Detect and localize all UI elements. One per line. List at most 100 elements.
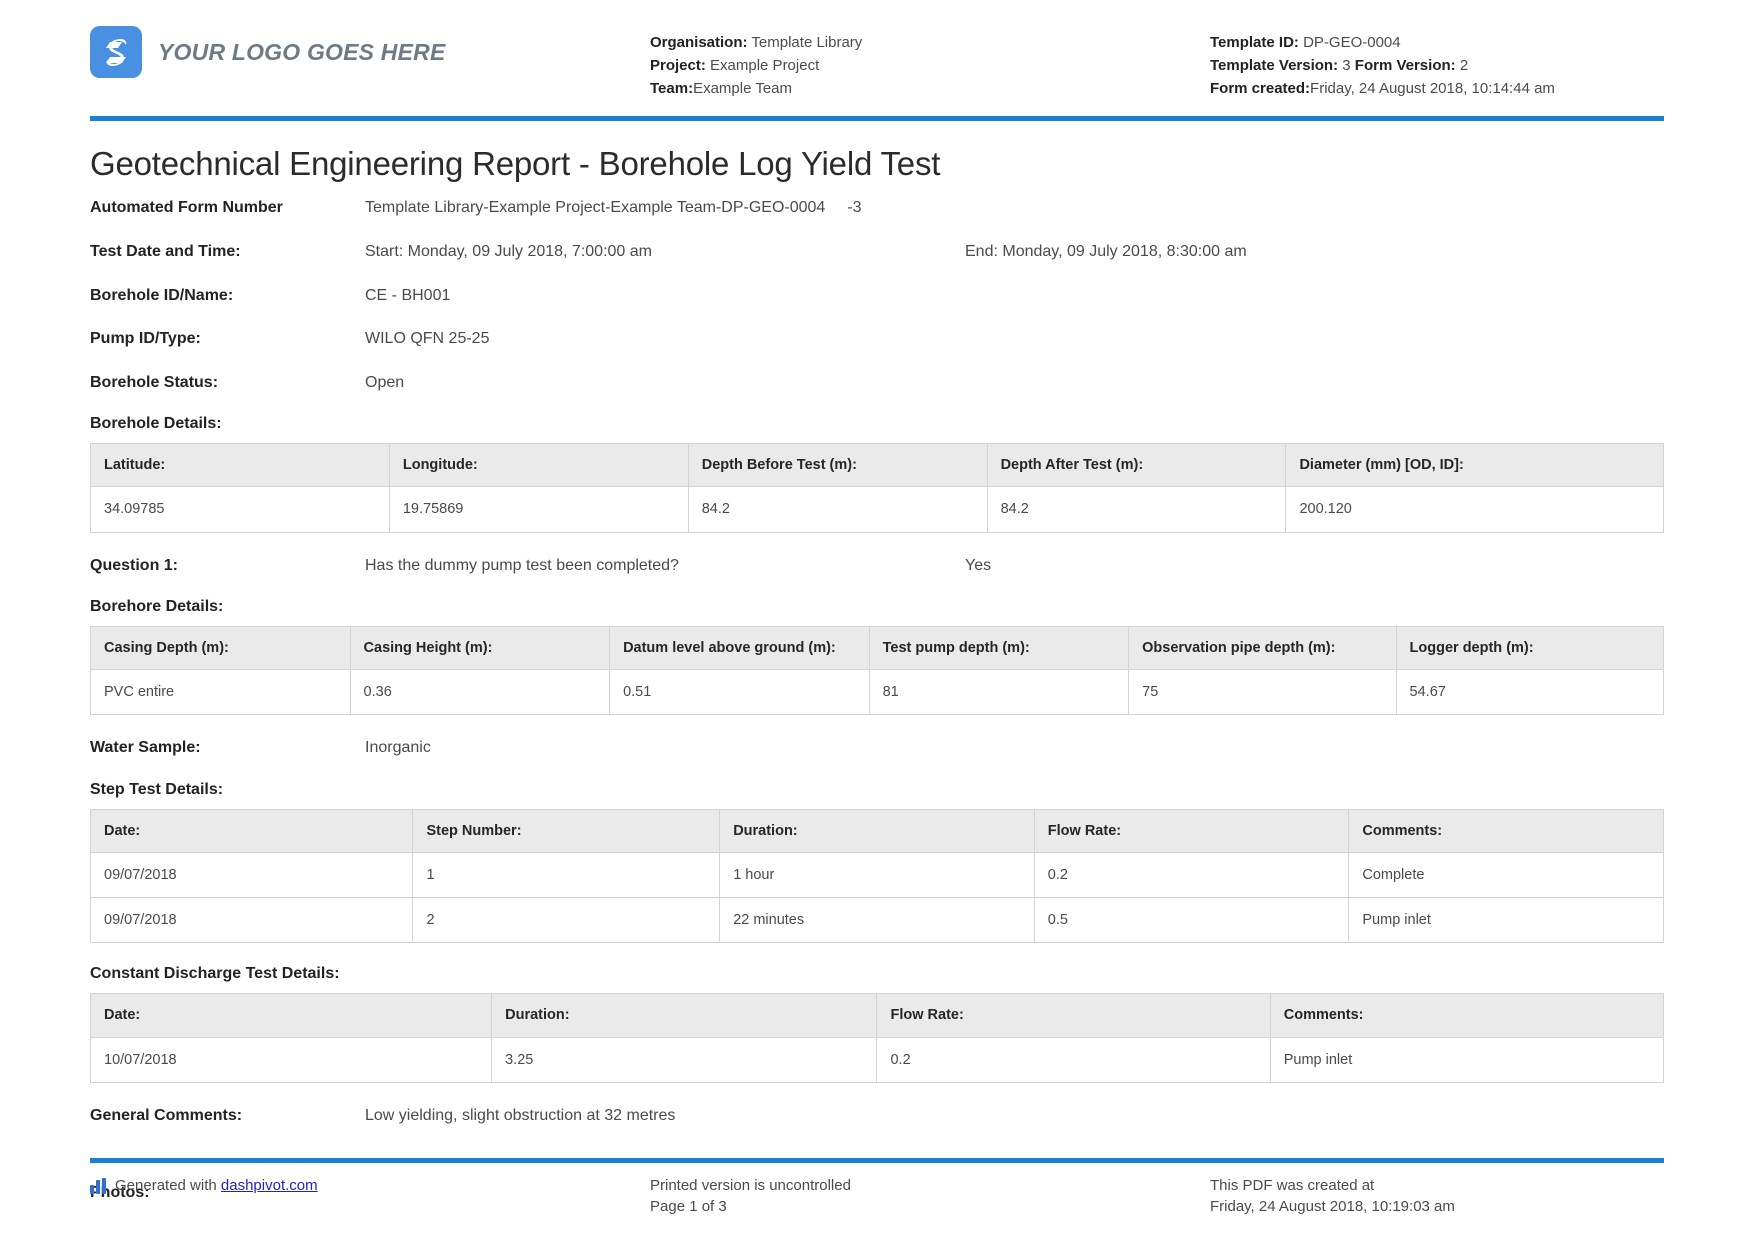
pump-id-label: Pump ID/Type: <box>90 328 365 350</box>
header-template-id-label: Template ID: <box>1210 34 1299 51</box>
column-header: Duration: <box>492 994 877 1037</box>
header-form-created-value: Friday, 24 August 2018, 10:14:44 am <box>1310 80 1555 97</box>
dashpivot-link[interactable]: dashpivot.com <box>221 1177 318 1194</box>
header-template-version-label: Template Version: <box>1210 57 1338 74</box>
column-header: Flow Rate: <box>1034 810 1349 853</box>
header-team-row: Team:Example Team <box>650 78 1210 101</box>
constant-discharge-test-details-heading: Constant Discharge Test Details: <box>90 965 1664 983</box>
table-cell: 19.75869 <box>389 487 688 532</box>
page-title: Geotechnical Engineering Report - Boreho… <box>90 145 1664 183</box>
borehore-details-heading: Borehore Details: <box>90 598 1664 616</box>
table-row: 09/07/2018222 minutes0.5Pump inlet <box>91 898 1664 943</box>
header-form-version-value: 2 <box>1460 57 1468 74</box>
table-cell: 84.2 <box>987 487 1286 532</box>
footer-pdf-created-label: This PDF was created at <box>1210 1175 1664 1197</box>
table-row: 09/07/201811 hour0.2Complete <box>91 853 1664 898</box>
column-header: Depth Before Test (m): <box>688 444 987 487</box>
automated-form-number-label: Automated Form Number <box>90 197 365 219</box>
test-date-label: Test Date and Time: <box>90 241 365 263</box>
table-cell: 0.2 <box>877 1037 1270 1082</box>
bar-chart-icon <box>90 1178 106 1194</box>
column-header: Step Number: <box>413 810 720 853</box>
logo-text: YOUR LOGO GOES HERE <box>158 39 446 66</box>
borehole-status-value: Open <box>365 372 1664 394</box>
header-organisation-label: Organisation: <box>650 34 748 51</box>
borehole-id-value: CE - BH001 <box>365 285 1664 307</box>
header-template-id-value: DP-GEO-0004 <box>1303 34 1401 51</box>
table-cell: 75 <box>1129 670 1396 715</box>
company-logo-icon <box>90 26 142 78</box>
header-project-row: Project: Example Project <box>650 55 1210 78</box>
footer-divider <box>90 1158 1664 1163</box>
footer-generated-text: Generated with dashpivot.com <box>115 1175 318 1197</box>
borehole-status-label: Borehole Status: <box>90 372 365 394</box>
header-template-version-value: 3 <box>1342 57 1350 74</box>
column-header: Date: <box>91 994 492 1037</box>
table-cell: 0.2 <box>1034 853 1349 898</box>
table-header-row: Date:Duration:Flow Rate:Comments: <box>91 994 1664 1037</box>
table-cell: 22 minutes <box>720 898 1035 943</box>
table-cell: 09/07/2018 <box>91 853 413 898</box>
general-comments-label: General Comments: <box>90 1105 365 1127</box>
table-cell: 34.09785 <box>91 487 390 532</box>
header-divider <box>90 116 1664 121</box>
table-body: 10/07/20183.250.2Pump inlet <box>91 1037 1664 1082</box>
column-header: Casing Depth (m): <box>91 627 351 670</box>
column-header: Datum level above ground (m): <box>610 627 870 670</box>
document-header: YOUR LOGO GOES HERE Organisation: Templa… <box>90 0 1664 112</box>
logo-block: YOUR LOGO GOES HERE <box>90 20 650 78</box>
water-sample-value: Inorganic <box>365 737 1664 759</box>
automated-form-number-value: Template Library-Example Project-Example… <box>365 199 825 216</box>
footer-generated-label: Generated with <box>115 1177 217 1194</box>
footer-pdf-created-value: Friday, 24 August 2018, 10:19:03 am <box>1210 1196 1664 1218</box>
field-question-1: Question 1: Has the dummy pump test been… <box>90 555 1664 577</box>
field-borehole-status: Borehole Status: Open <box>90 372 1664 394</box>
automated-form-number-suffix: -3 <box>847 199 861 216</box>
automated-form-number-value-group: Template Library-Example Project-Example… <box>365 197 1664 219</box>
field-borehole-id: Borehole ID/Name: CE - BH001 <box>90 285 1664 307</box>
field-automated-form-number: Automated Form Number Template Library-E… <box>90 197 1664 219</box>
document-page: YOUR LOGO GOES HERE Organisation: Templa… <box>0 0 1754 1240</box>
footer-printed-notice: Printed version is uncontrolled <box>650 1175 1210 1197</box>
header-version-row: Template Version: 3 Form Version: 2 <box>1210 55 1664 78</box>
table-cell: Pump inlet <box>1270 1037 1663 1082</box>
borehore-details-table: Casing Depth (m):Casing Height (m):Datum… <box>90 626 1664 715</box>
table-cell: 54.67 <box>1396 670 1663 715</box>
water-sample-label: Water Sample: <box>90 737 365 759</box>
document-footer: Generated with dashpivot.com Printed ver… <box>90 1154 1664 1219</box>
header-organisation-value: Template Library <box>751 34 862 51</box>
column-header: Logger depth (m): <box>1396 627 1663 670</box>
header-team-label: Team: <box>650 80 693 97</box>
header-team-value: Example Team <box>693 80 792 97</box>
question-1-text: Has the dummy pump test been completed? <box>365 555 965 577</box>
header-template-id-row: Template ID: DP-GEO-0004 <box>1210 32 1664 55</box>
table-row: 10/07/20183.250.2Pump inlet <box>91 1037 1664 1082</box>
test-date-start-value: Start: Monday, 09 July 2018, 7:00:00 am <box>365 241 965 263</box>
table-cell: 0.51 <box>610 670 870 715</box>
field-water-sample: Water Sample: Inorganic <box>90 737 1664 759</box>
table-body: 09/07/201811 hour0.2Complete09/07/201822… <box>91 853 1664 943</box>
header-form-created-label: Form created: <box>1210 80 1310 97</box>
header-org-details: Organisation: Template Library Project: … <box>650 20 1210 100</box>
borehole-details-table: Latitude:Longitude:Depth Before Test (m)… <box>90 443 1664 532</box>
column-header: Date: <box>91 810 413 853</box>
table-body: 34.0978519.7586984.284.2200.120 <box>91 487 1664 532</box>
table-header-row: Casing Depth (m):Casing Height (m):Datum… <box>91 627 1664 670</box>
column-header: Casing Height (m): <box>350 627 610 670</box>
column-header: Longitude: <box>389 444 688 487</box>
column-header: Observation pipe depth (m): <box>1129 627 1396 670</box>
table-cell: Complete <box>1349 853 1664 898</box>
column-header: Flow Rate: <box>877 994 1270 1037</box>
header-organisation-row: Organisation: Template Library <box>650 32 1210 55</box>
header-project-label: Project: <box>650 57 706 74</box>
header-project-value: Example Project <box>710 57 819 74</box>
question-1-label: Question 1: <box>90 555 365 577</box>
table-header-row: Latitude:Longitude:Depth Before Test (m)… <box>91 444 1664 487</box>
table-cell: 10/07/2018 <box>91 1037 492 1082</box>
header-form-version-label: Form Version: <box>1355 57 1456 74</box>
field-pump-id: Pump ID/Type: WILO QFN 25-25 <box>90 328 1664 350</box>
step-test-details-table: Date:Step Number:Duration:Flow Rate:Comm… <box>90 809 1664 943</box>
table-cell: PVC entire <box>91 670 351 715</box>
table-cell: 81 <box>869 670 1129 715</box>
column-header: Depth After Test (m): <box>987 444 1286 487</box>
